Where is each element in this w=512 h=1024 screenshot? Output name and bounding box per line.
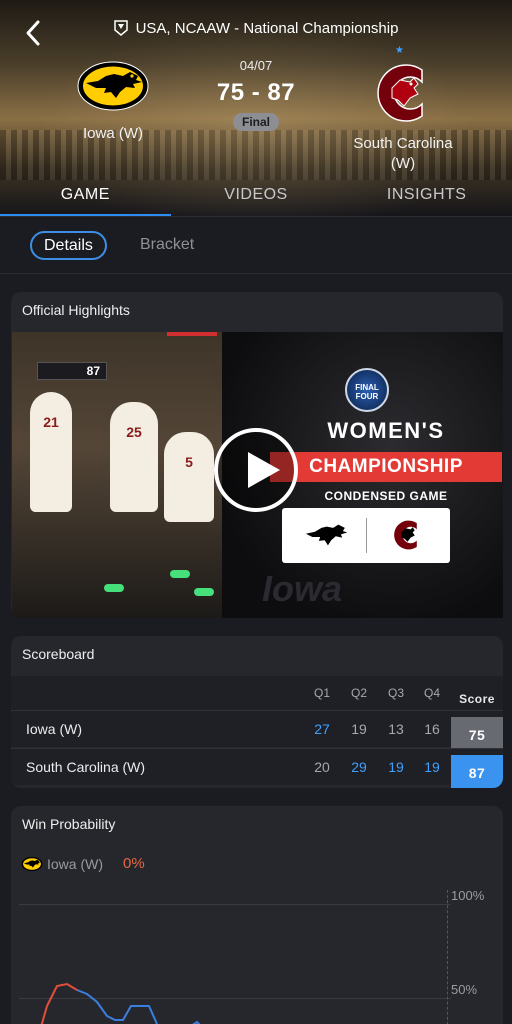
quarter-score-cell: 19: [388, 759, 404, 775]
quarter-score-cell: 13: [388, 721, 404, 737]
column-header: Q2: [350, 686, 367, 700]
iowa-hawkeyes-logo-icon: [77, 61, 149, 111]
home-team-name: Iowa (W): [83, 125, 143, 142]
ncaa-logo-icon: [113, 20, 128, 36]
scoreboard-title: Scoreboard: [22, 646, 95, 662]
away-team-name-line2: (W): [390, 155, 416, 172]
table-row: South Carolina (W) 20 29 19 19 87: [11, 748, 503, 788]
jersey-number: 25: [126, 424, 142, 440]
subtab-details[interactable]: Details: [30, 231, 107, 260]
probability-line-below: [76, 989, 158, 1024]
main-tabs: GAME VIDEOS INSIGHTS: [0, 178, 512, 216]
scoreboard-header-row: Q1 Q2 Q3 Q4 Score: [11, 676, 503, 710]
video-subheadline: CONDENSED GAME: [324, 489, 448, 503]
matchup-logos: [282, 508, 450, 563]
quarter-score-cell: 16: [424, 721, 440, 737]
tab-videos[interactable]: VIDEOS: [171, 178, 342, 216]
away-team-name: South Carolina (W): [328, 134, 478, 174]
jersey-number: 21: [43, 414, 59, 430]
highlights-video-thumbnail[interactable]: 87 21 25 5 FINAL FOUR WOMEN'S CHAMPIONSH…: [12, 332, 503, 618]
player-figure: 5: [164, 432, 214, 522]
highlights-title: Official Highlights: [22, 302, 130, 318]
game-header: USA, NCAAW - National Championship Iowa …: [0, 0, 512, 216]
league-title-text: USA, NCAAW - National Championship: [135, 20, 399, 37]
watermark-script: Iowa: [262, 568, 343, 609]
quarter-score-cell: 27: [314, 721, 330, 737]
arena-scoreboard: 87: [37, 362, 107, 380]
column-header: Q3: [387, 686, 404, 700]
probability-line-above: [40, 982, 78, 1024]
column-header: Q4: [423, 686, 440, 700]
quarter-score-cell: 20: [314, 759, 330, 775]
scoreboard-card: Scoreboard Q1 Q2 Q3 Q4 Score Iowa (W) 27…: [11, 636, 503, 788]
badge-line: FINAL: [355, 383, 379, 392]
home-team[interactable]: Iowa (W): [38, 60, 188, 144]
team-name-cell: Iowa (W): [26, 721, 82, 737]
total-score-cell: 87: [451, 755, 503, 788]
tab-insights[interactable]: INSIGHTS: [341, 178, 512, 216]
away-team[interactable]: South Carolina (W): [328, 60, 478, 174]
south-carolina-gamecocks-logo-icon: [377, 64, 423, 122]
tab-game[interactable]: GAME: [0, 178, 171, 216]
win-probability-chart: [40, 982, 201, 1024]
quarter-score-cell: 19: [351, 721, 367, 737]
final-score: 75 - 87: [216, 79, 296, 106]
logo-divider: [366, 518, 367, 553]
player-figure: 21: [30, 392, 72, 512]
sneaker: [194, 588, 214, 596]
game-summary: 04/07 75 - 87 Final: [186, 58, 326, 131]
red-accent-bar: [167, 332, 217, 336]
jersey-number: 5: [185, 454, 193, 470]
quarter-score-cell: 19: [424, 759, 440, 775]
player-figure: 25: [110, 402, 158, 512]
final-four-logo-icon: FINAL FOUR: [345, 368, 389, 412]
south-carolina-logo-icon: [394, 520, 417, 550]
team-name-cell: South Carolina (W): [26, 759, 146, 775]
sneaker: [104, 584, 124, 592]
column-header: Q1: [313, 686, 330, 700]
subtab-bracket[interactable]: Bracket: [140, 236, 194, 254]
game-date: 04/07: [239, 58, 273, 73]
video-headline: WOMEN'S: [327, 418, 445, 443]
status-badge: Final: [232, 113, 279, 131]
away-team-name-line1: South Carolina: [353, 135, 453, 152]
sneaker: [170, 570, 190, 578]
badge-line: FOUR: [355, 392, 379, 401]
iowa-logo-icon: [305, 524, 348, 546]
quarter-score-cell: 29: [351, 759, 367, 775]
win-probability-card: Win Probability Iowa (W) 0% 100% 50%: [11, 806, 503, 1024]
league-title: USA, NCAAW - National Championship: [0, 20, 512, 37]
video-headline-banner: CHAMPIONSHIP: [270, 452, 502, 482]
subtabs: Details Bracket: [0, 217, 512, 274]
play-circle-icon[interactable]: [214, 428, 298, 512]
favorite-star-icon: ★: [395, 45, 404, 56]
table-row: Iowa (W) 27 19 13 16 75: [11, 710, 503, 753]
